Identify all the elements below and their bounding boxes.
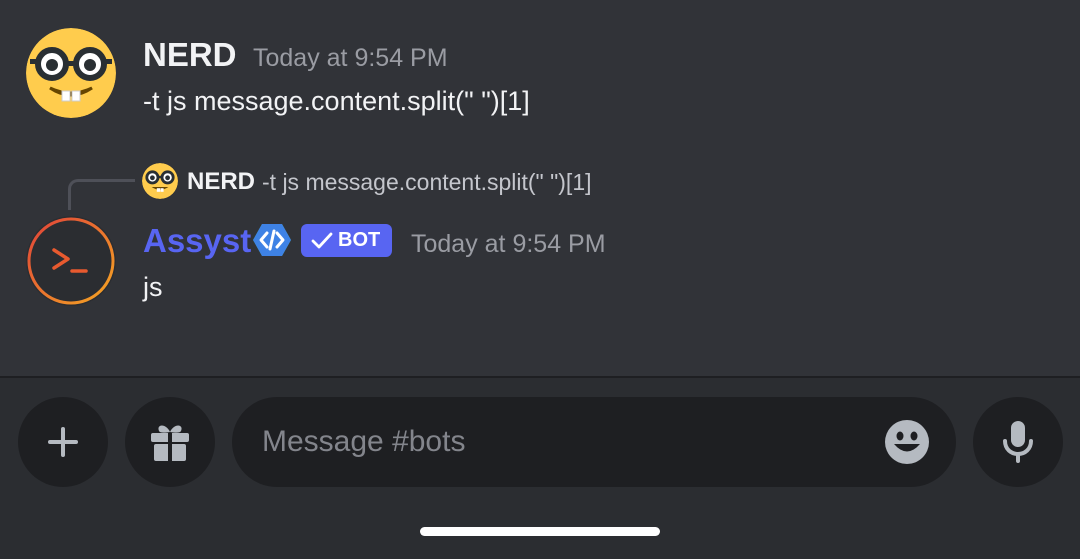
reply-avatar[interactable] bbox=[142, 163, 178, 199]
message-username[interactable]: Assyst bbox=[143, 222, 251, 260]
message-nerd: NERD Today at 9:54 PM -t js message.cont… bbox=[0, 0, 1080, 140]
message-timestamp: Today at 9:54 PM bbox=[253, 44, 448, 72]
message-input-placeholder: Message #bots bbox=[262, 425, 466, 458]
gift-icon bbox=[151, 425, 189, 461]
reply-username[interactable]: NERD bbox=[187, 168, 255, 196]
message-assyst: NERD -t js message.content.split(" ")[1]… bbox=[0, 150, 1080, 320]
bot-tag-label: BOT bbox=[338, 229, 381, 251]
nerd-face-icon bbox=[142, 163, 178, 199]
message-username[interactable]: NERD bbox=[143, 36, 237, 74]
message-list: NERD Today at 9:54 PM -t js message.cont… bbox=[0, 0, 1080, 376]
developer-code-badge-icon[interactable] bbox=[252, 222, 292, 258]
nerd-avatar[interactable] bbox=[26, 28, 116, 118]
message-timestamp: Today at 9:54 PM bbox=[411, 230, 606, 258]
reply-content[interactable]: -t js message.content.split(" ")[1] bbox=[262, 169, 592, 196]
plus-icon bbox=[48, 427, 78, 457]
voice-message-button[interactable] bbox=[973, 397, 1063, 487]
assyst-avatar[interactable] bbox=[26, 216, 116, 306]
message-input[interactable]: Message #bots bbox=[232, 397, 956, 487]
emoji-icon bbox=[885, 420, 929, 464]
checkmark-icon bbox=[311, 232, 333, 248]
message-content: -t js message.content.split(" ")[1] bbox=[143, 86, 530, 116]
nerd-face-icon bbox=[26, 28, 116, 118]
emoji-button[interactable] bbox=[884, 419, 930, 465]
message-composer: Message #bots bbox=[0, 378, 1080, 559]
attach-button[interactable] bbox=[18, 397, 108, 487]
gift-button[interactable] bbox=[125, 397, 215, 487]
message-content: js bbox=[143, 272, 163, 302]
home-indicator bbox=[420, 527, 660, 536]
terminal-prompt-icon bbox=[26, 216, 116, 306]
reply-connector bbox=[68, 179, 135, 210]
microphone-icon bbox=[1003, 421, 1033, 463]
bot-tag: BOT bbox=[301, 224, 393, 257]
